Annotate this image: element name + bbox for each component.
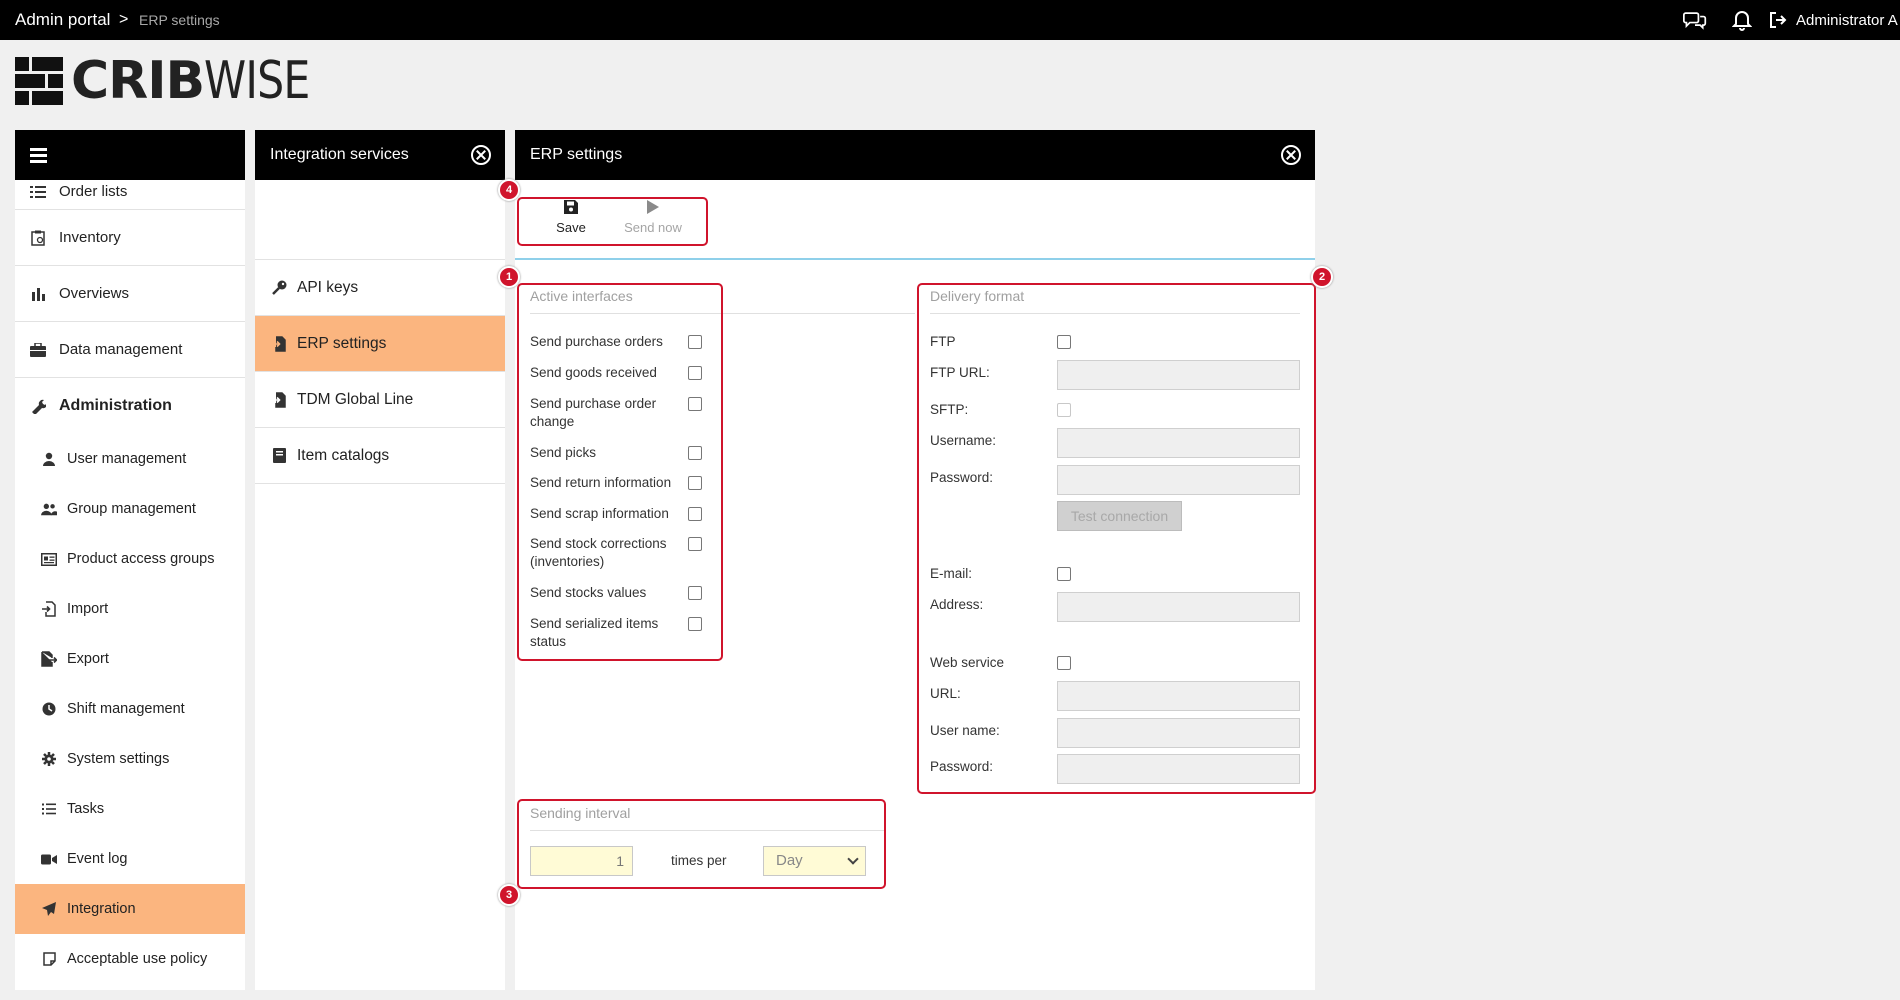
sidebar-item-label: Import	[67, 601, 109, 617]
bar-chart-icon	[29, 286, 47, 302]
logo-mark-icon	[15, 57, 63, 105]
video-icon	[41, 851, 57, 867]
file-import-icon	[41, 601, 57, 617]
sidebar-item-label: Administration	[59, 397, 172, 414]
chat-icon[interactable]	[1683, 9, 1707, 31]
integration-item-label: TDM Global Line	[297, 390, 414, 408]
sidebar-item-product-access-groups[interactable]: Product access groups	[15, 534, 245, 584]
sidebar-item-label: Event log	[67, 851, 128, 867]
top-bar: Admin portal > ERP settings Administrato…	[0, 0, 1900, 40]
sidebar-item-label: Acceptable use policy	[67, 951, 208, 967]
sidebar-item-shift-management[interactable]: Shift management	[15, 684, 245, 734]
sidebar-item-administration[interactable]: Administration	[15, 378, 245, 434]
sidebar-item-label: Integration	[67, 901, 136, 917]
sidebar-item-event-log[interactable]: Event log	[15, 834, 245, 884]
integration-item-tdm-global-line[interactable]: TDM Global Line	[255, 372, 505, 428]
erp-panel-header: ERP settings	[515, 130, 1315, 180]
close-icon[interactable]	[471, 145, 491, 165]
gear-icon	[41, 751, 57, 767]
integration-item-label: Item catalogs	[297, 446, 390, 464]
id-card-icon	[41, 551, 57, 567]
file-import-icon	[271, 335, 287, 352]
briefcase-icon	[29, 342, 47, 358]
sidebar-nav: Order lists Inventory Overviews Data man…	[15, 180, 245, 990]
file-export-icon	[41, 651, 57, 667]
integration-panel-spacer	[255, 180, 505, 260]
clipboard-icon	[29, 230, 47, 246]
breadcrumb-separator: >	[119, 11, 129, 28]
sidebar-item-label: Overviews	[59, 285, 130, 302]
hamburger-icon[interactable]	[30, 147, 47, 163]
sidebar-item-import[interactable]: Import	[15, 584, 245, 634]
sidebar-item-label: Inventory	[59, 229, 121, 246]
sidebar-item-label: Data management	[59, 341, 183, 358]
key-icon	[271, 280, 287, 296]
sidebar-item-inventory[interactable]: Inventory	[15, 210, 245, 266]
sidebar-item-label: System settings	[67, 751, 170, 767]
sidebar-item-tasks[interactable]: Tasks	[15, 784, 245, 834]
list-icon	[29, 184, 47, 200]
sidebar-item-data-management[interactable]: Data management	[15, 322, 245, 378]
user-icon	[41, 451, 57, 467]
sidebar-item-label: Shift management	[67, 701, 185, 717]
integration-panel-title: Integration services	[270, 146, 409, 163]
cribwise-logo: CRIBWISE	[15, 55, 333, 107]
annotation-box-sending-interval	[517, 799, 886, 889]
tasks-icon	[41, 801, 57, 817]
bell-icon[interactable]	[1730, 9, 1754, 31]
sidebar-item-label: Product access groups	[67, 551, 215, 567]
sidebar-item-system-settings[interactable]: System settings	[15, 734, 245, 784]
integration-panel-header: Integration services	[255, 130, 505, 180]
integration-item-label: ERP settings	[297, 334, 387, 352]
annotation-badge-2: 2	[1311, 266, 1333, 288]
clock-icon	[41, 701, 57, 717]
integration-item-erp-settings[interactable]: ERP settings	[255, 316, 505, 372]
users-icon	[41, 501, 57, 517]
sidebar-item-overviews[interactable]: Overviews	[15, 266, 245, 322]
logout-icon[interactable]	[1769, 9, 1787, 31]
annotation-badge-1: 1	[498, 266, 520, 288]
close-icon[interactable]	[1281, 145, 1301, 165]
wrench-icon	[29, 398, 47, 414]
toolbar-divider	[515, 258, 1315, 260]
nav-header	[15, 130, 245, 180]
sidebar-item-integration[interactable]: Integration	[15, 884, 245, 934]
annotation-box-toolbar	[517, 197, 708, 246]
breadcrumb-current: ERP settings	[139, 12, 220, 28]
file-import-icon	[271, 391, 287, 408]
sidebar-item-acceptable-use-policy[interactable]: Acceptable use policy	[15, 934, 245, 984]
breadcrumb-admin-portal[interactable]: Admin portal	[15, 10, 110, 30]
annotation-box-delivery-format	[917, 283, 1316, 794]
annotation-badge-4: 4	[498, 179, 520, 201]
sidebar-item-label: Tasks	[67, 801, 105, 817]
sidebar-item-label: Export	[67, 651, 109, 667]
integration-item-api-keys[interactable]: API keys	[255, 260, 505, 316]
integration-panel: API keys ERP settings TDM Global Line It…	[255, 180, 505, 990]
paper-plane-icon	[41, 901, 57, 917]
logo-text: CRIBWISE	[71, 51, 310, 111]
sidebar-item-export[interactable]: Export	[15, 634, 245, 684]
erp-panel-title: ERP settings	[530, 146, 623, 163]
annotation-box-active-interfaces	[517, 283, 723, 661]
book-icon	[271, 448, 287, 464]
annotation-badge-3: 3	[498, 884, 520, 906]
sidebar-item-label: User management	[67, 451, 187, 467]
user-name[interactable]: Administrator A	[1796, 12, 1898, 29]
sidebar-item-user-management[interactable]: User management	[15, 434, 245, 484]
sidebar-item-group-management[interactable]: Group management	[15, 484, 245, 534]
sidebar-item-label: Group management	[67, 501, 196, 517]
document-icon	[41, 951, 57, 967]
sidebar-item-order-lists[interactable]: Order lists	[15, 180, 245, 210]
integration-item-label: API keys	[297, 278, 359, 296]
sidebar-item-label: Order lists	[59, 183, 128, 200]
integration-item-item-catalogs[interactable]: Item catalogs	[255, 428, 505, 484]
